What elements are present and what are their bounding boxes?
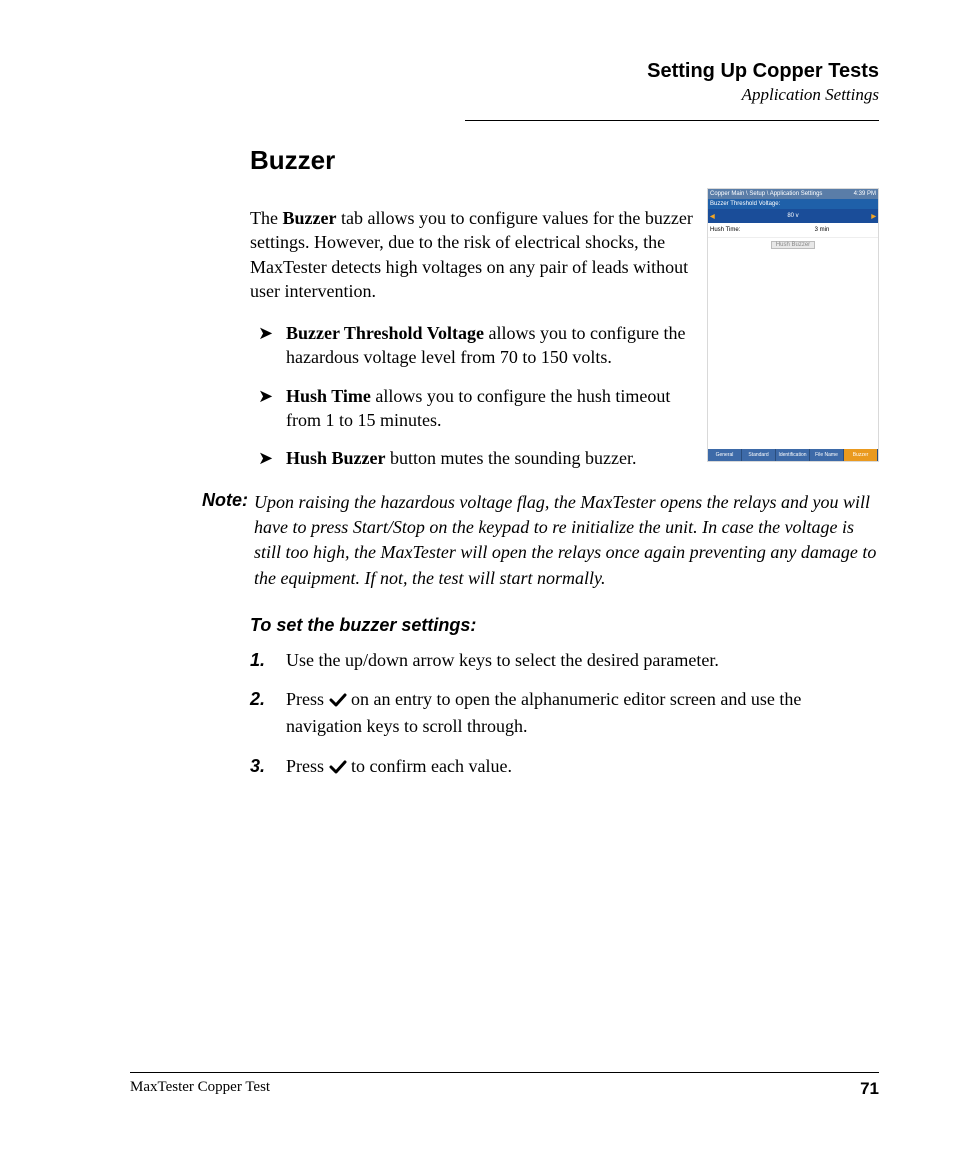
- ss-field-value: 80 v: [787, 213, 798, 219]
- check-icon: [329, 756, 347, 781]
- ss-button-row: Hush Buzzer: [708, 238, 878, 252]
- footer-page-number: 71: [860, 1079, 879, 1099]
- feature-bold: Hush Time: [286, 386, 371, 406]
- step-text-pre: Press: [286, 689, 329, 709]
- procedure-steps: Use the up/down arrow keys to select the…: [250, 648, 879, 781]
- content-area: Buzzer Copper Main \ Setup \ Application…: [250, 145, 879, 485]
- procedure-block: To set the buzzer settings: Use the up/d…: [250, 615, 879, 795]
- feature-text: button mutes the sounding buzzer.: [386, 448, 637, 468]
- procedure-step: Use the up/down arrow keys to select the…: [250, 648, 879, 673]
- note-block: Note: Upon raising the hazardous voltage…: [180, 490, 879, 591]
- feature-item: Hush Time allows you to configure the hu…: [250, 384, 879, 433]
- header-rule: [465, 120, 879, 121]
- procedure-step: Press to confirm each value.: [250, 754, 879, 781]
- check-icon: [329, 689, 347, 714]
- arrow-right-icon: ▶: [871, 213, 876, 220]
- intro-wrap: Copper Main \ Setup \ Application Settin…: [250, 188, 879, 485]
- ss-field-label: Buzzer Threshold Voltage:: [708, 199, 878, 209]
- feature-bold: Hush Buzzer: [286, 448, 386, 468]
- note-label: Note:: [180, 490, 254, 591]
- note-text: Upon raising the hazardous voltage flag,…: [254, 490, 879, 591]
- feature-item: Buzzer Threshold Voltage allows you to c…: [250, 321, 879, 370]
- procedure-heading: To set the buzzer settings:: [250, 615, 879, 636]
- feature-bold: Buzzer Threshold Voltage: [286, 323, 484, 343]
- step-text-post: on an entry to open the alphanumeric edi…: [286, 689, 801, 736]
- step-text-post: to confirm each value.: [351, 756, 512, 776]
- ss-hush-row: Hush Time: 3 min: [708, 223, 878, 238]
- intro-bold: Buzzer: [282, 208, 336, 228]
- page-footer: MaxTester Copper Test 71: [130, 1072, 879, 1099]
- step-text-pre: Press: [286, 756, 329, 776]
- ss-time: 4:39 PM: [854, 191, 876, 197]
- ss-hush-label: Hush Time:: [708, 227, 766, 233]
- running-header: Setting Up Copper Tests Application Sett…: [647, 60, 879, 105]
- page: Setting Up Copper Tests Application Sett…: [0, 0, 954, 1159]
- intro-pre: The: [250, 208, 282, 228]
- footer-doc-title: MaxTester Copper Test: [130, 1079, 270, 1099]
- feature-item: Hush Buzzer button mutes the sounding bu…: [250, 446, 879, 470]
- section-heading: Buzzer: [250, 145, 879, 176]
- procedure-step: Press on an entry to open the alphanumer…: [250, 687, 879, 739]
- chapter-subtitle: Application Settings: [647, 85, 879, 105]
- ss-value-bar: ◀ 80 v ▶: [708, 209, 878, 223]
- feature-list: Buzzer Threshold Voltage allows you to c…: [250, 321, 879, 470]
- ss-hush-button: Hush Buzzer: [771, 241, 815, 249]
- chapter-title: Setting Up Copper Tests: [647, 60, 879, 83]
- arrow-left-icon: ◀: [710, 213, 715, 220]
- step-text: Use the up/down arrow keys to select the…: [286, 650, 719, 670]
- ss-statusbar: Copper Main \ Setup \ Application Settin…: [708, 189, 878, 199]
- ss-breadcrumb: Copper Main \ Setup \ Application Settin…: [710, 191, 822, 197]
- ss-hush-value: 3 min: [766, 227, 878, 233]
